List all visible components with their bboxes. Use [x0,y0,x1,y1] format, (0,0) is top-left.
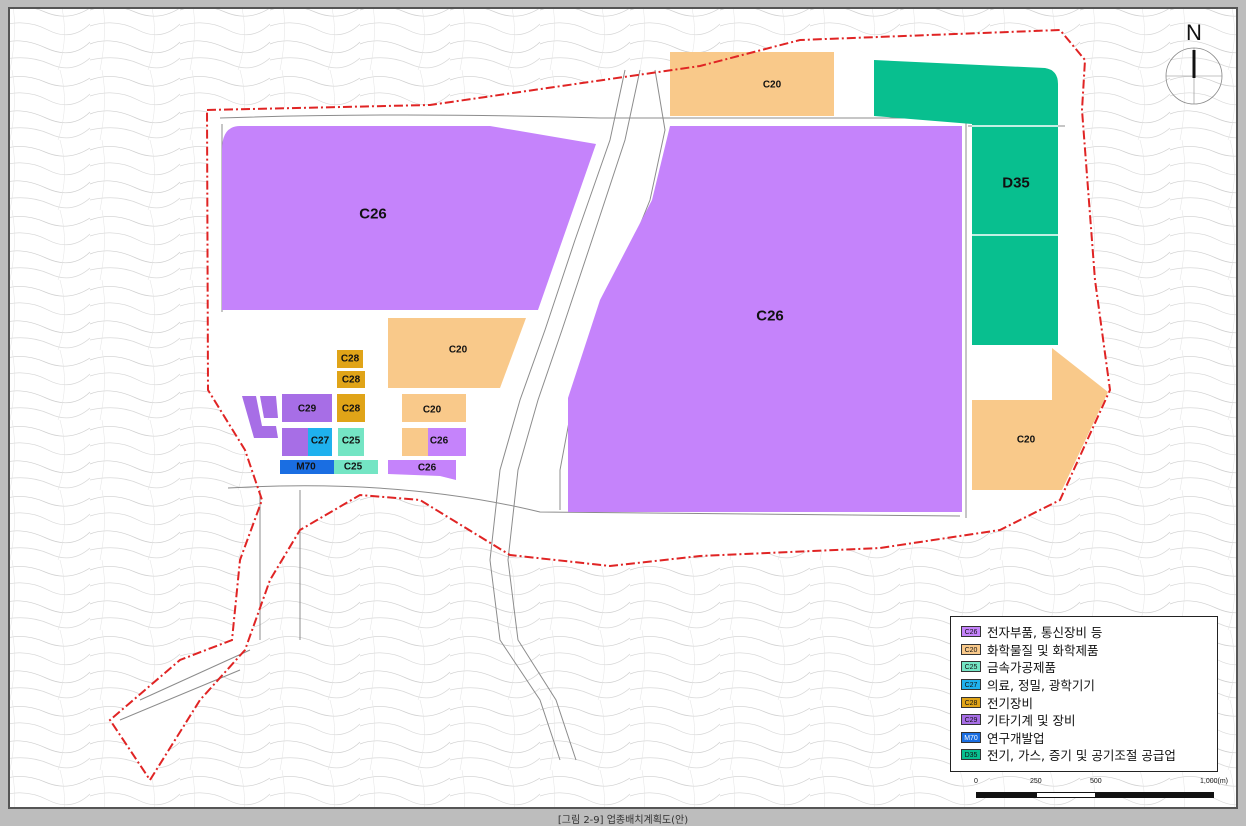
figure-caption: [그림 2-9] 업종배치계획도(안) [557,815,689,826]
legend-label-c26: 전자부품, 통신장비 등 [987,625,1103,641]
legend-swatch-c25: C25 [961,661,981,673]
zone-c20-top[interactable] [670,52,834,116]
label-c28-1: C28 [341,354,360,365]
legend-item-c27: C27 의료, 정밀, 광학기기 [961,676,1211,694]
legend-label-c29: 기타기계 및 장비 [987,713,1076,729]
legend-swatch-d35: D35 [961,749,981,761]
legend-swatch-c20: C20 [961,643,981,655]
label-c29: C29 [298,404,317,415]
label-c25-upper: C25 [342,436,361,447]
label-c28-3: C28 [342,404,361,415]
legend-swatch-m70: M70 [961,731,981,743]
legend-item-c28: C28 전기장비 [961,693,1211,711]
legend-label-c20: 화학물질 및 화학제품 [987,642,1099,658]
label-c25-lower: C25 [344,462,363,473]
scale-segment-3 [1096,792,1214,798]
north-arrow: N [1162,18,1226,108]
label-m70: M70 [296,462,316,473]
legend-item-c25: C25 금속가공제품 [961,658,1211,676]
legend-swatch-c26: C26 [961,626,981,638]
legend-label-c25: 금속가공제품 [987,660,1057,676]
legend-swatch-c27: C27 [961,679,981,691]
legend-item-d35: D35 전기, 가스, 증기 및 공기조절 공급업 [961,746,1211,764]
zone-c26-northwest[interactable] [222,126,596,310]
legend-swatch-c28: C28 [961,696,981,708]
label-d35: D35 [1002,175,1030,192]
legend-item-c26: C26 전자부품, 통신장비 등 [961,623,1211,641]
legend-item-c29: C29 기타기계 및 장비 [961,711,1211,729]
scale-tick-500: 500 [1090,778,1102,785]
scale-tick-0: 0 [974,778,978,785]
legend-label-m70: 연구개발업 [987,730,1045,746]
label-c20-east: C20 [1017,435,1036,446]
label-c26-central: C26 [756,308,784,325]
legend-item-m70: M70 연구개발업 [961,729,1211,747]
legend-label-c28: 전기장비 [987,695,1034,711]
scale-segment-2 [1036,792,1096,798]
zone-c29-lower[interactable] [282,428,308,456]
legend-label-d35: 전기, 가스, 증기 및 공기조절 공급업 [987,748,1176,764]
label-c20-middle: C20 [449,345,468,356]
label-c20-small: C20 [423,405,442,416]
label-c26-small: C26 [430,436,449,447]
scale-tick-1000: 1,000(m) [1200,778,1229,785]
north-label: N [1186,20,1202,45]
label-c26-strip: C26 [418,463,437,474]
scale-tick-250: 250 [1030,778,1042,785]
label-c26-northwest: C26 [359,206,387,223]
label-c27: C27 [311,436,330,447]
label-c20-top: C20 [763,80,782,91]
legend: C26 전자부품, 통신장비 등 C20 화학물질 및 화학제품 C25 금속가… [950,616,1218,772]
scale-segment-1 [976,792,1036,798]
legend-swatch-c29: C29 [961,714,981,726]
legend-item-c20: C20 화학물질 및 화학제품 [961,641,1211,659]
zone-c20-square[interactable] [402,428,428,456]
label-c28-2: C28 [342,375,361,386]
legend-label-c27: 의료, 정밀, 광학기기 [987,678,1095,694]
scale-bar: 0 250 500 1,000(m) [970,778,1228,808]
